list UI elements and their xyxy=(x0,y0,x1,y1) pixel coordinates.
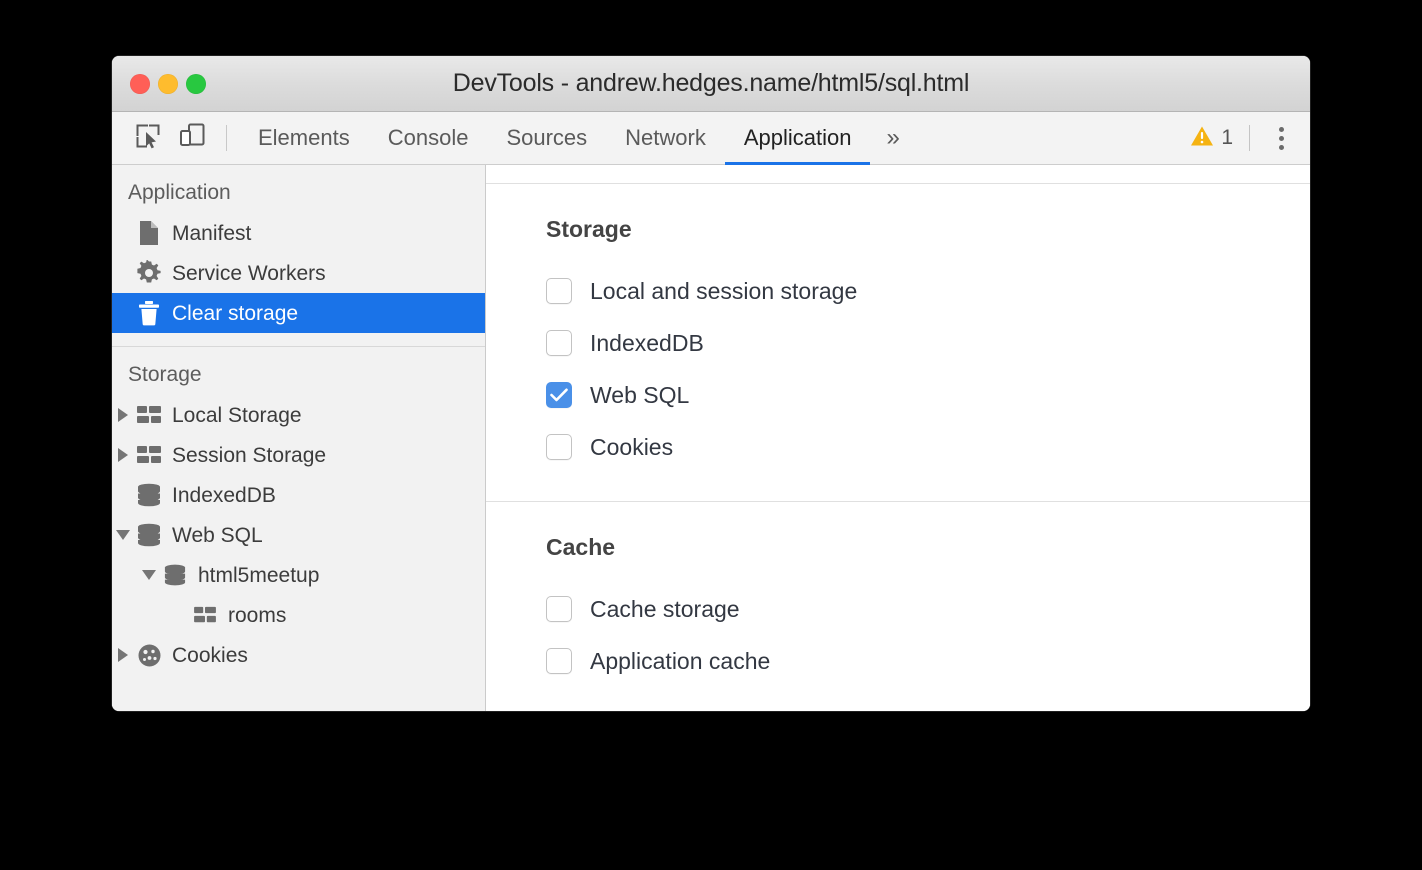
sidebar-item-label: Local Storage xyxy=(172,405,302,426)
sidebar-item-cookies[interactable]: Cookies xyxy=(112,635,485,675)
section-heading: Storage xyxy=(546,216,1310,243)
toolbar-divider xyxy=(226,125,227,151)
sidebar-item-label: Cookies xyxy=(172,645,248,666)
sidebar-item-session-storage[interactable]: Session Storage xyxy=(112,435,485,475)
cache-section: Cache Cache storage Application cache xyxy=(486,501,1310,711)
gear-icon xyxy=(134,260,164,286)
database-icon xyxy=(160,564,190,586)
sidebar-item-label: rooms xyxy=(228,605,286,626)
toolbar-divider-right xyxy=(1249,125,1250,151)
sidebar-item-local-storage[interactable]: Local Storage xyxy=(112,395,485,435)
sidebar-section-title-application: Application xyxy=(112,165,485,213)
sidebar-item-manifest[interactable]: Manifest xyxy=(112,213,485,253)
sidebar-item-indexeddb[interactable]: IndexedDB xyxy=(112,475,485,515)
chevron-down-icon[interactable] xyxy=(112,530,134,540)
device-toolbar-icon xyxy=(178,122,206,155)
checkbox-label: IndexedDB xyxy=(590,330,704,357)
inspect-element-icon xyxy=(135,123,161,154)
table-icon xyxy=(190,605,220,625)
checkbox-label: Local and session storage xyxy=(590,278,857,305)
tab-elements[interactable]: Elements xyxy=(239,112,369,164)
checkbox-row-cookies[interactable]: Cookies xyxy=(546,421,1310,473)
table-icon xyxy=(134,444,164,466)
checkbox-row-application-cache[interactable]: Application cache xyxy=(546,635,1310,687)
warning-triangle-icon xyxy=(1190,125,1214,152)
checkbox[interactable] xyxy=(546,648,572,674)
minimize-button[interactable] xyxy=(158,74,178,94)
dot xyxy=(1279,145,1284,150)
close-button[interactable] xyxy=(130,74,150,94)
checkbox[interactable] xyxy=(546,330,572,356)
tab-application[interactable]: Application xyxy=(725,112,871,164)
clear-storage-panel: Storage Local and session storage Indexe… xyxy=(486,165,1310,711)
warning-indicator[interactable]: 1 xyxy=(1190,125,1233,152)
sidebar-item-service-workers[interactable]: Service Workers xyxy=(112,253,485,293)
tab-label: Network xyxy=(625,125,706,151)
chevron-right-icon[interactable] xyxy=(112,448,134,462)
checkbox-label: Cookies xyxy=(590,434,673,461)
storage-section: Storage Local and session storage Indexe… xyxy=(486,184,1310,501)
checkbox-label: Cache storage xyxy=(590,596,740,623)
chevron-double-right-icon: » xyxy=(886,124,899,152)
tab-network[interactable]: Network xyxy=(606,112,725,164)
window-title: DevTools - andrew.hedges.name/html5/sql.… xyxy=(453,69,969,98)
section-heading: Cache xyxy=(546,534,1310,561)
checkbox[interactable] xyxy=(546,382,572,408)
window-controls xyxy=(130,74,206,94)
dot xyxy=(1279,136,1284,141)
panel-tabs: Elements Console Sources Network Applica… xyxy=(239,112,916,164)
tab-label: Sources xyxy=(506,125,587,151)
warning-count: 1 xyxy=(1221,126,1233,150)
device-toolbar-button[interactable] xyxy=(170,112,214,164)
sidebar-item-html5meetup[interactable]: html5meetup xyxy=(112,555,485,595)
dot xyxy=(1279,127,1284,132)
toolbar-right-group: 1 xyxy=(1190,112,1310,164)
chevron-right-icon[interactable] xyxy=(112,648,134,662)
chevron-right-icon[interactable] xyxy=(112,408,134,422)
database-icon xyxy=(134,483,164,507)
sidebar-item-web-sql[interactable]: Web SQL xyxy=(112,515,485,555)
panel-toolbar xyxy=(486,165,1310,184)
checkbox[interactable] xyxy=(546,278,572,304)
tab-sources[interactable]: Sources xyxy=(487,112,606,164)
sidebar-section-title-storage: Storage xyxy=(112,347,485,395)
sidebar-item-label: Service Workers xyxy=(172,263,326,284)
sidebar-item-clear-storage[interactable]: Clear storage xyxy=(112,293,485,333)
table-icon xyxy=(134,404,164,426)
cookie-icon xyxy=(134,643,164,668)
devtools-window: DevTools - andrew.hedges.name/html5/sql.… xyxy=(112,56,1310,711)
screen-root: DevTools - andrew.hedges.name/html5/sql.… xyxy=(0,0,1422,870)
kebab-menu-icon[interactable] xyxy=(1266,121,1296,155)
checkbox-row-web-sql[interactable]: Web SQL xyxy=(546,369,1310,421)
sidebar-item-label: Session Storage xyxy=(172,445,326,466)
checkbox-label: Application cache xyxy=(590,648,770,675)
document-icon xyxy=(134,220,164,246)
zoom-button[interactable] xyxy=(186,74,206,94)
sidebar-item-label: html5meetup xyxy=(198,565,319,586)
sidebar-item-rooms[interactable]: rooms xyxy=(112,595,485,635)
devtools-toolbar: Elements Console Sources Network Applica… xyxy=(112,112,1310,165)
sidebar-item-label: Web SQL xyxy=(172,525,263,546)
checkbox-row-indexeddb[interactable]: IndexedDB xyxy=(546,317,1310,369)
checkbox[interactable] xyxy=(546,596,572,622)
sidebar-item-label: Clear storage xyxy=(172,303,298,324)
chevron-down-icon[interactable] xyxy=(138,570,160,580)
database-icon xyxy=(134,523,164,547)
devtools-body: Application Manifest xyxy=(112,165,1310,711)
window-titlebar: DevTools - andrew.hedges.name/html5/sql.… xyxy=(112,56,1310,112)
checkbox-row-local-and-session-storage[interactable]: Local and session storage xyxy=(546,265,1310,317)
tab-label: Elements xyxy=(258,125,350,151)
sidebar-item-label: Manifest xyxy=(172,223,251,244)
checkbox-row-cache-storage[interactable]: Cache storage xyxy=(546,583,1310,635)
tab-label: Console xyxy=(388,125,469,151)
application-sidebar[interactable]: Application Manifest xyxy=(112,165,486,711)
tab-label: Application xyxy=(744,125,852,151)
tab-console[interactable]: Console xyxy=(369,112,488,164)
checkbox[interactable] xyxy=(546,434,572,460)
more-tabs-button[interactable]: » xyxy=(870,112,915,164)
sidebar-item-label: IndexedDB xyxy=(172,485,276,506)
inspect-element-button[interactable] xyxy=(126,112,170,164)
checkbox-label: Web SQL xyxy=(590,382,689,409)
trash-icon xyxy=(134,300,164,326)
